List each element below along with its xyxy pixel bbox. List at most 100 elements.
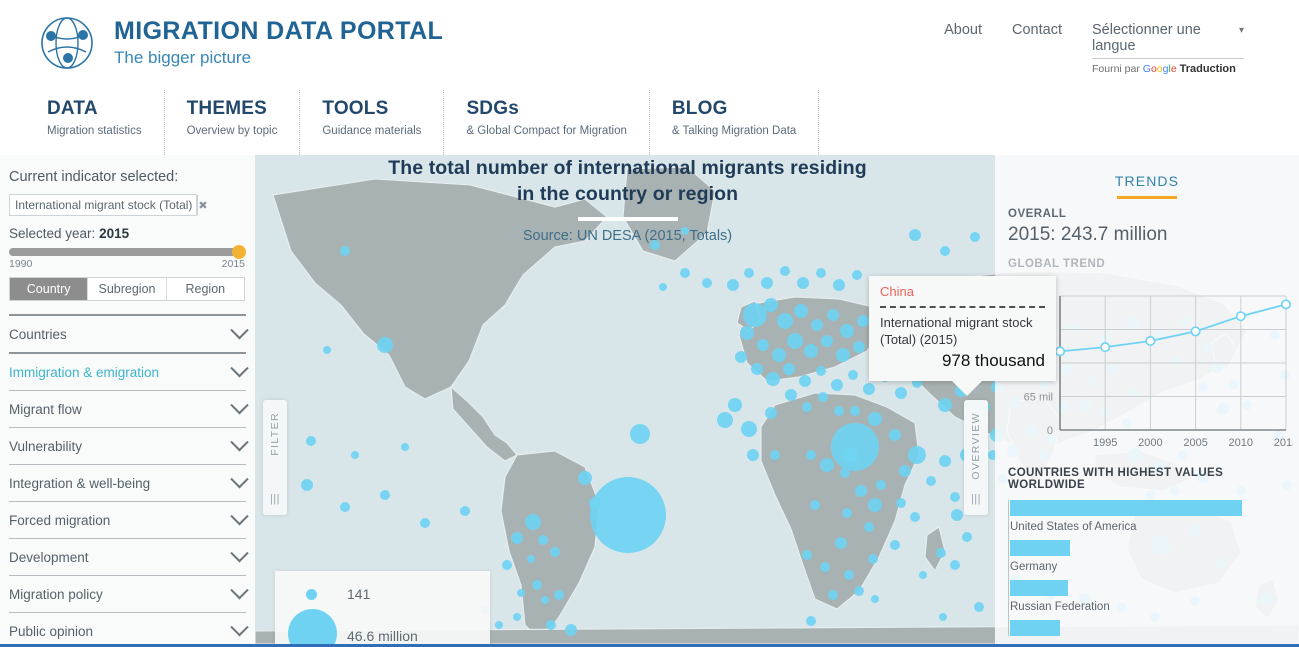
map-bubble[interactable]	[554, 590, 564, 600]
sidebar-item-forced-migration[interactable]: Forced migration	[0, 502, 255, 538]
scope-option-subregion[interactable]: Subregion	[87, 278, 165, 300]
site-logo[interactable]: MIGRATION DATA PORTAL The bigger picture	[38, 14, 443, 72]
map-bubble[interactable]	[836, 348, 850, 362]
map-bubble[interactable]	[741, 421, 757, 437]
map-bubble[interactable]	[743, 303, 767, 327]
bar-1[interactable]	[1010, 500, 1242, 516]
map-bubble[interactable]	[630, 424, 650, 444]
sidebar-item-development[interactable]: Development	[0, 539, 255, 575]
map-bubble[interactable]	[909, 229, 921, 241]
map-bubble[interactable]	[806, 450, 816, 460]
map-bubble[interactable]	[659, 283, 667, 291]
scope-option-region[interactable]: Region	[165, 278, 244, 300]
map-bubble[interactable]	[680, 268, 690, 278]
map-bubble[interactable]	[766, 372, 780, 386]
map-bubble[interactable]	[816, 366, 826, 376]
map-bubble[interactable]	[876, 480, 886, 490]
map-bubble[interactable]	[863, 383, 875, 395]
map-bubble[interactable]	[970, 232, 980, 242]
chevron-down-icon[interactable]	[230, 469, 249, 488]
overview-panel-tab[interactable]: OVERVIEW |||	[964, 400, 988, 515]
chevron-down-icon[interactable]	[230, 395, 249, 414]
map-bubble[interactable]	[835, 537, 847, 549]
map-bubble[interactable]	[899, 465, 911, 477]
map-bubble[interactable]	[502, 560, 512, 570]
map-bubble[interactable]	[833, 279, 845, 291]
nav-item-themes[interactable]: THEMES Overview by topic	[187, 90, 301, 155]
top-link-contact[interactable]: Contact	[1012, 22, 1062, 38]
map-bubble[interactable]	[857, 315, 869, 327]
map-bubble[interactable]	[951, 509, 963, 521]
map-bubble[interactable]	[848, 370, 858, 380]
map-bubble[interactable]	[938, 398, 952, 412]
top-link-about[interactable]: About	[944, 22, 982, 38]
map-bubble[interactable]	[380, 490, 390, 500]
map-bubble[interactable]	[420, 518, 430, 528]
map-bubble[interactable]	[828, 590, 838, 600]
chevron-down-icon[interactable]	[230, 506, 249, 525]
year-slider-knob[interactable]	[232, 245, 246, 259]
map-bubble[interactable]	[517, 589, 525, 597]
map-bubble[interactable]	[919, 571, 927, 579]
map-bubble[interactable]	[844, 570, 854, 580]
map-bubble[interactable]	[842, 508, 852, 518]
map-bubble[interactable]	[777, 313, 793, 329]
scope-toggle-group[interactable]: Country Subregion Region	[9, 277, 245, 301]
map-bubble[interactable]	[854, 586, 864, 596]
map-bubble[interactable]	[908, 446, 926, 464]
close-icon[interactable]: ✖	[197, 195, 208, 215]
map-bubble[interactable]	[340, 246, 350, 256]
map-bubble[interactable]	[589, 497, 601, 509]
drag-grip-icon[interactable]: |||	[971, 493, 981, 505]
map-bubble[interactable]	[538, 535, 548, 545]
map-bubble[interactable]	[811, 319, 823, 331]
map-bubble[interactable]	[578, 471, 592, 485]
map-bubble[interactable]	[939, 455, 951, 467]
nav-item-tools[interactable]: TOOLS Guidance materials	[322, 90, 445, 155]
drag-grip-icon[interactable]: |||	[270, 493, 280, 505]
map-bubble[interactable]	[804, 344, 818, 358]
map-bubble[interactable]	[950, 560, 960, 570]
map-bubble[interactable]	[340, 502, 350, 512]
chevron-down-icon[interactable]	[230, 580, 249, 599]
chevron-down-icon[interactable]	[230, 358, 249, 377]
map-bubble[interactable]	[401, 443, 409, 451]
bar-2[interactable]	[1010, 540, 1070, 556]
map-bubble[interactable]	[495, 621, 503, 629]
map-bubble[interactable]	[926, 476, 936, 486]
map-bubble[interactable]	[702, 278, 712, 288]
map-bubble[interactable]	[735, 351, 747, 363]
scope-option-country[interactable]: Country	[10, 278, 88, 300]
map-bubble[interactable]	[827, 309, 839, 321]
map-bubble[interactable]	[940, 246, 950, 256]
map-bubble[interactable]	[950, 492, 960, 502]
map-bubble[interactable]	[783, 363, 795, 375]
bar-3[interactable]	[1010, 580, 1068, 596]
map-bubble[interactable]	[799, 375, 811, 387]
chevron-down-icon[interactable]	[230, 617, 249, 636]
chevron-down-icon[interactable]	[230, 543, 249, 562]
map-bubble[interactable]	[840, 468, 850, 478]
map-bubble[interactable]	[770, 450, 780, 460]
nav-item-blog[interactable]: BLOG & Talking Migration Data	[672, 90, 820, 155]
map-bubble[interactable]	[831, 379, 843, 391]
language-select[interactable]: Sélectionner une langue ▾	[1092, 22, 1244, 59]
chevron-down-icon[interactable]	[230, 320, 249, 339]
map-bubble[interactable]	[728, 398, 742, 412]
map-bubble[interactable]	[797, 277, 809, 289]
map-bubble[interactable]	[744, 268, 754, 278]
map-bubble[interactable]	[751, 363, 763, 375]
map-bubble[interactable]	[351, 451, 359, 459]
map-bubble[interactable]	[868, 498, 882, 512]
map-bubble[interactable]	[550, 547, 560, 557]
map-bubble[interactable]	[513, 613, 521, 621]
map-bubble[interactable]	[895, 387, 907, 399]
map-bubble[interactable]	[974, 602, 984, 612]
map-bubble[interactable]	[896, 498, 906, 508]
map-bubble[interactable]	[532, 580, 542, 590]
map-bubble[interactable]	[546, 620, 556, 630]
sidebar-item-integration-well-being[interactable]: Integration & well-being	[0, 465, 255, 501]
indicator-chip[interactable]: International migrant stock (Total) ✖	[9, 194, 208, 216]
map-bubble[interactable]	[910, 512, 920, 522]
map-bubble[interactable]	[306, 436, 316, 446]
